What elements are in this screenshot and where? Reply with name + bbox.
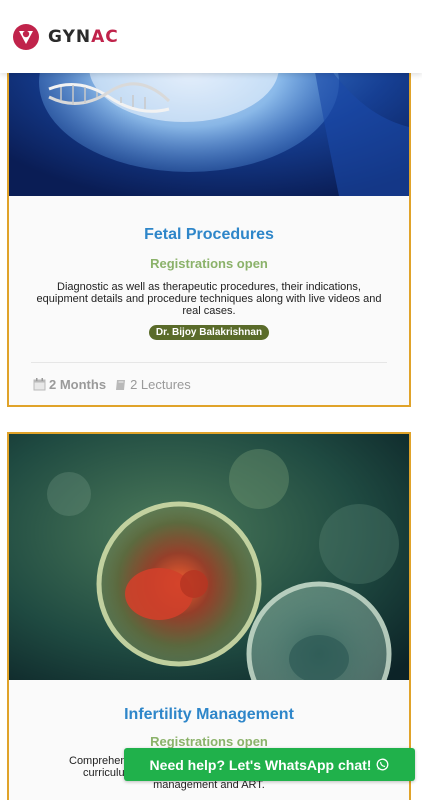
author-badge[interactable]: Dr. Bijoy Balakrishnan bbox=[148, 325, 270, 340]
description-fragment: Comprehen bbox=[69, 755, 127, 767]
brand-name[interactable]: GYNAC bbox=[48, 27, 119, 47]
gynac-logo-icon[interactable] bbox=[12, 23, 40, 51]
course-duration: 2 Months bbox=[49, 377, 107, 392]
course-meta: 2 Months 2 Lectures bbox=[9, 363, 409, 392]
course-card-infertility-management[interactable]: Infertility Management Registrations ope… bbox=[7, 432, 411, 800]
course-image-embryo-cells[interactable] bbox=[9, 434, 409, 680]
course-card-body: Fetal Procedures Registrations open Diag… bbox=[9, 226, 409, 340]
description-fragment: curriculu bbox=[83, 767, 125, 779]
whatsapp-icon bbox=[377, 758, 389, 771]
course-title[interactable]: Fetal Procedures bbox=[27, 226, 391, 244]
course-description: Diagnostic as well as therapeutic proced… bbox=[36, 281, 382, 317]
site-header: GYNAC bbox=[0, 0, 422, 73]
page: GYNAC Fetal Procedures Registrations ope… bbox=[0, 0, 422, 800]
book-icon bbox=[116, 379, 126, 390]
calendar-icon bbox=[33, 378, 46, 391]
course-lectures: 2 Lectures bbox=[130, 377, 191, 392]
course-title[interactable]: Infertility Management bbox=[27, 706, 391, 724]
registration-status: Registrations open bbox=[150, 256, 268, 271]
whatsapp-help-label: Need help? Let's WhatsApp chat! bbox=[149, 756, 372, 773]
registration-status: Registrations open bbox=[150, 734, 268, 749]
whatsapp-help-button[interactable]: Need help? Let's WhatsApp chat! bbox=[124, 748, 415, 781]
